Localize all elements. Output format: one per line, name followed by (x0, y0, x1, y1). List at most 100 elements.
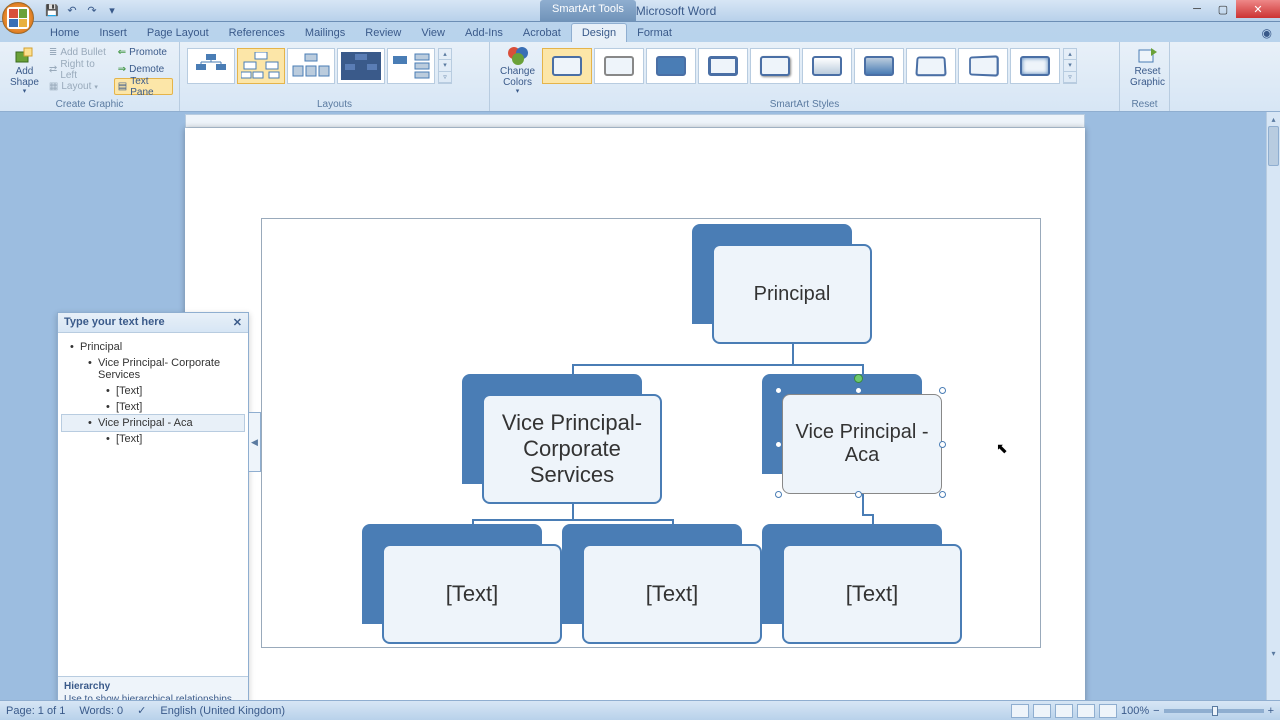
spellcheck-icon[interactable]: ✓ (137, 704, 146, 717)
style-option-2[interactable] (594, 48, 644, 84)
status-language[interactable]: English (United Kingdom) (160, 705, 285, 717)
quick-access-toolbar: 💾 ↶ ↷ ▾ (44, 3, 120, 19)
layout-button[interactable]: ▦Layout▾ (45, 78, 112, 95)
smartart-canvas[interactable]: PrincipalVice Principal- Corporate Servi… (261, 218, 1041, 648)
maximize-button[interactable]: ▢ (1210, 0, 1236, 18)
group-reset: Reset (1120, 99, 1169, 111)
style-option-9[interactable] (958, 48, 1008, 84)
org-chart-node[interactable]: [Text] (562, 524, 762, 654)
org-chart-node[interactable]: Vice Principal- Corporate Services (462, 374, 662, 514)
redo-icon[interactable]: ↷ (84, 3, 100, 19)
layout-icon: ▦ (49, 81, 58, 92)
group-create-graphic: Create Graphic (0, 99, 179, 111)
layout-option-4[interactable] (337, 48, 385, 84)
style-option-5[interactable] (750, 48, 800, 84)
style-option-7[interactable] (854, 48, 904, 84)
document-area: PrincipalVice Principal- Corporate Servi… (0, 112, 1266, 700)
style-option-10[interactable] (1010, 48, 1060, 84)
style-option-1[interactable] (542, 48, 592, 84)
zoom-slider[interactable] (1164, 709, 1264, 713)
org-chart-node[interactable]: Vice Principal - Aca (762, 374, 942, 504)
view-draft[interactable] (1099, 704, 1117, 718)
add-shape-button[interactable]: Add Shape▾ (6, 44, 43, 98)
layout-option-3[interactable] (287, 48, 335, 84)
tab-references[interactable]: References (219, 24, 295, 42)
tab-page-layout[interactable]: Page Layout (137, 24, 219, 42)
contextual-tab-title: SmartArt Tools (540, 0, 636, 22)
view-print-layout[interactable] (1011, 704, 1029, 718)
help-icon[interactable]: ◉ (1262, 26, 1272, 40)
office-button[interactable] (2, 2, 34, 34)
document-page[interactable]: PrincipalVice Principal- Corporate Servi… (185, 128, 1085, 700)
text-pane-item[interactable]: Principal (62, 339, 244, 355)
org-chart-node[interactable]: [Text] (762, 524, 962, 654)
tab-acrobat[interactable]: Acrobat (513, 24, 571, 42)
style-option-3[interactable] (646, 48, 696, 84)
status-page[interactable]: Page: 1 of 1 (6, 705, 65, 717)
view-web-layout[interactable] (1055, 704, 1073, 718)
ribbon: Add Shape▾ ≣Add Bullet ⇄Right to Left ▦L… (0, 42, 1280, 112)
text-pane-body[interactable]: PrincipalVice Principal- Corporate Servi… (58, 333, 248, 676)
tab-home[interactable]: Home (40, 24, 89, 42)
text-pane-header: Type your text here ✕ (58, 313, 248, 333)
smartart-text-pane: Type your text here ✕ PrincipalVice Prin… (57, 312, 249, 700)
tab-insert[interactable]: Insert (89, 24, 137, 42)
layout-option-5[interactable] (387, 48, 435, 84)
tab-addins[interactable]: Add-Ins (455, 24, 513, 42)
demote-icon: ⇒ (118, 64, 126, 75)
change-colors-button[interactable]: Change Colors▾ (496, 44, 539, 98)
zoom-level[interactable]: 100% (1121, 705, 1149, 717)
undo-icon[interactable]: ↶ (64, 3, 80, 19)
text-pane-toggle[interactable]: ◀ (249, 412, 261, 472)
group-layouts: Layouts (180, 99, 489, 111)
close-button[interactable]: ✕ (1236, 0, 1280, 18)
textpane-icon: ▤ (118, 81, 127, 92)
reset-graphic-button[interactable]: Reset Graphic (1126, 44, 1169, 90)
right-to-left-button[interactable]: ⇄Right to Left (45, 61, 112, 78)
view-full-screen[interactable] (1033, 704, 1051, 718)
org-chart-node[interactable]: Principal (692, 224, 872, 354)
layout-option-2[interactable] (237, 48, 285, 84)
styles-gallery[interactable]: ▴▾▿ (541, 44, 1077, 85)
text-pane-item[interactable]: [Text] (62, 399, 244, 415)
save-icon[interactable]: 💾 (44, 3, 60, 19)
org-chart-node[interactable]: [Text] (362, 524, 562, 654)
text-pane-close-icon[interactable]: ✕ (233, 316, 242, 329)
text-pane-button[interactable]: ▤Text Pane (114, 78, 173, 95)
layouts-more[interactable]: ▴▾▿ (438, 48, 452, 84)
title-bar: 💾 ↶ ↷ ▾ Document5 - Microsoft Word Smart… (0, 0, 1280, 22)
text-pane-item[interactable]: [Text] (62, 383, 244, 399)
window-controls: ─ ▢ ✕ (1184, 0, 1280, 18)
style-option-4[interactable] (698, 48, 748, 84)
layout-option-1[interactable] (187, 48, 235, 84)
styles-more[interactable]: ▴▾▿ (1063, 48, 1077, 84)
tab-format[interactable]: Format (627, 24, 682, 42)
style-option-6[interactable] (802, 48, 852, 84)
group-styles: SmartArt Styles (490, 99, 1119, 111)
vertical-scrollbar[interactable]: ▴ ▾ (1266, 112, 1280, 700)
tab-view[interactable]: View (411, 24, 455, 42)
scroll-down-icon[interactable]: ▾ (1267, 646, 1280, 660)
reset-icon (1137, 46, 1159, 66)
minimize-button[interactable]: ─ (1184, 0, 1210, 18)
view-outline[interactable] (1077, 704, 1095, 718)
promote-button[interactable]: ⇐Promote (114, 44, 173, 61)
ribbon-tabs: Home Insert Page Layout References Maili… (0, 22, 1280, 42)
tab-mailings[interactable]: Mailings (295, 24, 355, 42)
layouts-gallery[interactable]: ▴▾▿ (186, 44, 452, 85)
rtl-icon: ⇄ (49, 64, 57, 75)
zoom-out-button[interactable]: − (1153, 705, 1159, 717)
horizontal-ruler[interactable] (185, 114, 1085, 128)
tab-design[interactable]: Design (571, 23, 627, 42)
text-pane-footer: Hierarchy Use to show hierarchical relat… (58, 676, 248, 700)
text-pane-item[interactable]: Vice Principal- Corporate Services (62, 355, 244, 383)
zoom-in-button[interactable]: + (1268, 705, 1274, 717)
tab-review[interactable]: Review (355, 24, 411, 42)
text-pane-item[interactable]: Vice Principal - Aca (61, 414, 245, 432)
style-option-8[interactable] (906, 48, 956, 84)
scroll-up-icon[interactable]: ▴ (1267, 112, 1280, 126)
status-words[interactable]: Words: 0 (79, 705, 123, 717)
scrollbar-thumb[interactable] (1268, 126, 1279, 166)
qat-more-icon[interactable]: ▾ (104, 3, 120, 19)
text-pane-item[interactable]: [Text] (62, 431, 244, 447)
